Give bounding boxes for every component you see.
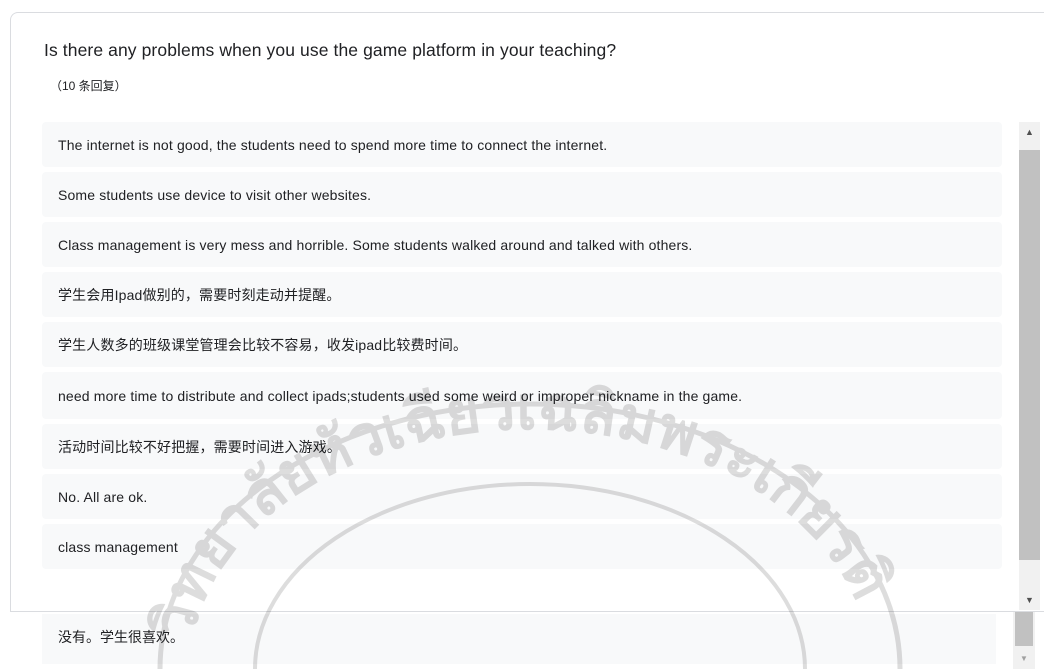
- response-list-scrollbar[interactable]: ▲ ▼: [1019, 122, 1040, 610]
- response-item-overflow: 没有。学生很喜欢。: [42, 614, 996, 664]
- response-item: 学生会用Ipad做别的，需要时刻走动并提醒。: [42, 272, 1002, 317]
- page-scrollbar-thumb[interactable]: [1015, 612, 1033, 646]
- response-list: The internet is not good, the students n…: [42, 122, 1002, 569]
- scroll-up-arrow-icon[interactable]: ▲: [1019, 122, 1040, 142]
- response-item: 学生人数多的班级课堂管理会比较不容易，收发ipad比较费时间。: [42, 322, 1002, 367]
- response-item: 活动时间比较不好把握，需要时间进入游戏。: [42, 424, 1002, 469]
- page-scrollbar[interactable]: ▼: [1013, 612, 1035, 669]
- response-item: Class management is very mess and horrib…: [42, 222, 1002, 267]
- response-count: （10 条回复）: [50, 79, 127, 93]
- response-item: need more time to distribute and collect…: [42, 372, 1002, 419]
- page-scroll-down-arrow-icon[interactable]: ▼: [1013, 650, 1035, 666]
- response-list-viewport[interactable]: The internet is not good, the students n…: [42, 122, 1002, 610]
- page: Is there any problems when you use the g…: [0, 0, 1044, 669]
- response-item: The internet is not good, the students n…: [42, 122, 1002, 167]
- scrollbar-thumb[interactable]: [1019, 150, 1040, 560]
- question-title: Is there any problems when you use the g…: [44, 40, 617, 60]
- response-item: class management: [42, 524, 1002, 569]
- response-item: No. All are ok.: [42, 474, 1002, 519]
- scroll-down-arrow-icon[interactable]: ▼: [1019, 590, 1040, 610]
- response-item: Some students use device to visit other …: [42, 172, 1002, 217]
